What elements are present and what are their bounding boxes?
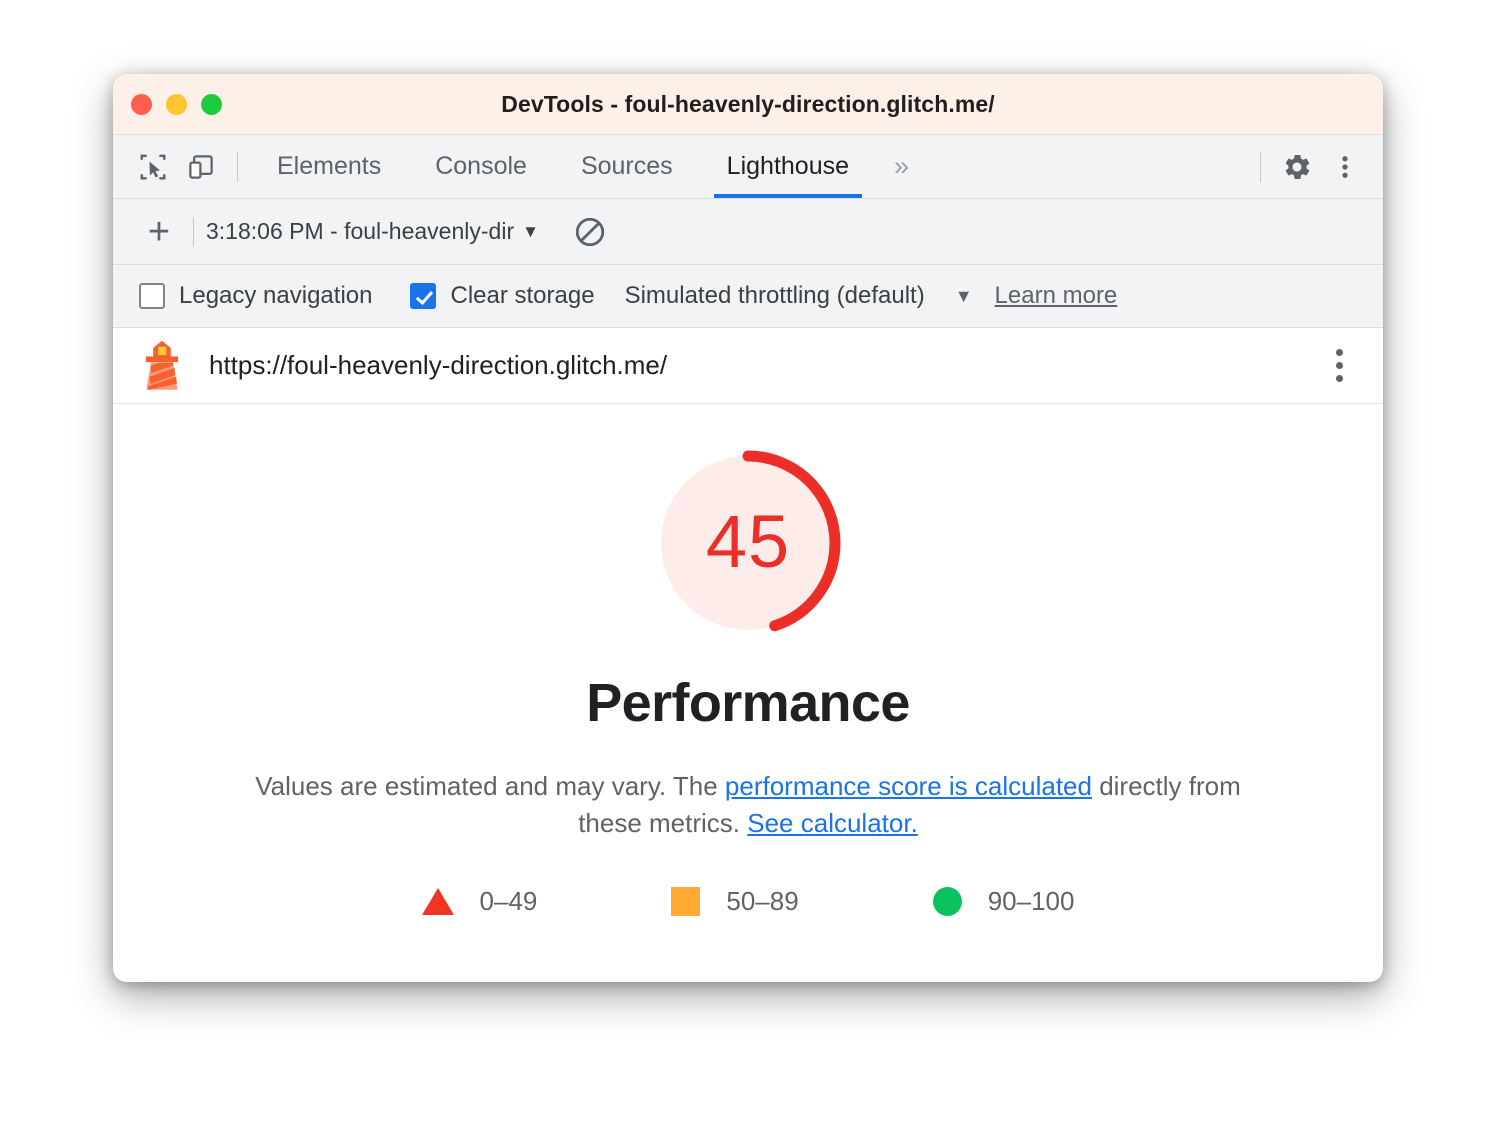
window-title: DevTools - foul-heavenly-direction.glitc… — [501, 90, 995, 117]
description-text-part1: Values are estimated and may vary. The — [255, 771, 725, 801]
tab-sources[interactable]: Sources — [554, 135, 700, 198]
legacy-navigation-label: Legacy navigation — [179, 282, 373, 309]
report-body: 45 Performance Values are estimated and … — [113, 404, 1383, 982]
legend-label-average: 50–89 — [726, 885, 799, 916]
report-url: https://foul-heavenly-direction.glitch.m… — [209, 350, 668, 380]
tabbar-divider — [237, 151, 238, 182]
devtools-window: DevTools - foul-heavenly-direction.glitc… — [113, 74, 1383, 982]
window-titlebar: DevTools - foul-heavenly-direction.glitc… — [113, 74, 1383, 135]
lighthouse-icon — [145, 340, 179, 390]
tab-console[interactable]: Console — [408, 135, 554, 198]
triangle-icon — [421, 887, 454, 915]
clear-storage-checkbox[interactable] — [410, 283, 437, 309]
no-entry-icon[interactable] — [573, 215, 607, 249]
minimize-button[interactable] — [166, 93, 187, 115]
lighthouse-runbar: + 3:18:06 PM - foul-heavenly-dir ▼ — [113, 199, 1383, 265]
report-select-value: 3:18:06 PM - foul-heavenly-dir — [206, 218, 515, 244]
report-menu-icon[interactable] — [1326, 343, 1353, 388]
performance-score-gauge: 45 — [653, 448, 843, 638]
tabbar-actions — [1248, 143, 1383, 191]
performance-score-value: 45 — [705, 499, 791, 583]
inspect-element-icon[interactable] — [129, 143, 177, 191]
more-tabs-chevron-icon[interactable]: » — [876, 135, 927, 198]
devtools-tabbar: Elements Console Sources Lighthouse » — [113, 135, 1383, 199]
tab-lighthouse[interactable]: Lighthouse — [700, 135, 876, 198]
chevron-down-icon: ▼ — [522, 221, 539, 241]
kebab-dot — [1336, 349, 1343, 356]
new-report-button[interactable]: + — [137, 213, 181, 251]
legacy-navigation-option[interactable]: Legacy navigation — [139, 282, 372, 310]
legend-label-fail: 0–49 — [479, 885, 538, 916]
report-header: https://foul-heavenly-direction.glitch.m… — [113, 328, 1383, 404]
square-icon — [671, 886, 701, 916]
legend-item-fail: 0–49 — [421, 885, 538, 917]
clear-storage-option[interactable]: Clear storage — [410, 282, 595, 310]
tabbar-actions-divider — [1260, 151, 1261, 182]
see-calculator-link[interactable]: See calculator. — [747, 808, 918, 838]
kebab-dot — [1336, 362, 1343, 369]
score-legend: 0–49 50–89 90–100 — [421, 885, 1075, 917]
learn-more-link[interactable]: Learn more — [995, 282, 1118, 310]
score-description: Values are estimated and may vary. The p… — [243, 768, 1253, 842]
clear-storage-label: Clear storage — [450, 282, 595, 309]
maximize-button[interactable] — [201, 93, 222, 115]
legend-item-average: 50–89 — [671, 885, 799, 917]
circle-icon — [932, 886, 962, 916]
legend-item-pass: 90–100 — [932, 885, 1075, 917]
legend-label-pass: 90–100 — [987, 885, 1075, 916]
report-select[interactable]: 3:18:06 PM - foul-heavenly-dir ▼ — [206, 218, 539, 245]
legacy-navigation-checkbox[interactable] — [139, 283, 165, 309]
chevron-down-icon: ▼ — [954, 285, 973, 306]
tab-elements[interactable]: Elements — [250, 135, 408, 198]
throttling-label: Simulated throttling (default) — [624, 282, 925, 309]
throttling-select[interactable]: Simulated throttling (default) ▼ — [625, 282, 973, 310]
lighthouse-options: Legacy navigation Clear storage Simulate… — [113, 265, 1383, 328]
three-dot-menu-icon[interactable] — [1321, 143, 1369, 191]
window-controls[interactable] — [131, 74, 222, 134]
kebab-dot — [1336, 375, 1343, 382]
panel-tabs: Elements Console Sources Lighthouse — [250, 135, 876, 198]
device-toolbar-icon[interactable] — [177, 143, 225, 191]
page-title: Performance — [586, 673, 910, 733]
runbar-divider — [193, 216, 194, 247]
gear-icon[interactable] — [1273, 143, 1321, 191]
close-button[interactable] — [131, 93, 152, 115]
screenshot-root: DevTools - foul-heavenly-direction.glitc… — [0, 0, 1494, 1132]
performance-score-link[interactable]: performance score is calculated — [725, 771, 1092, 801]
